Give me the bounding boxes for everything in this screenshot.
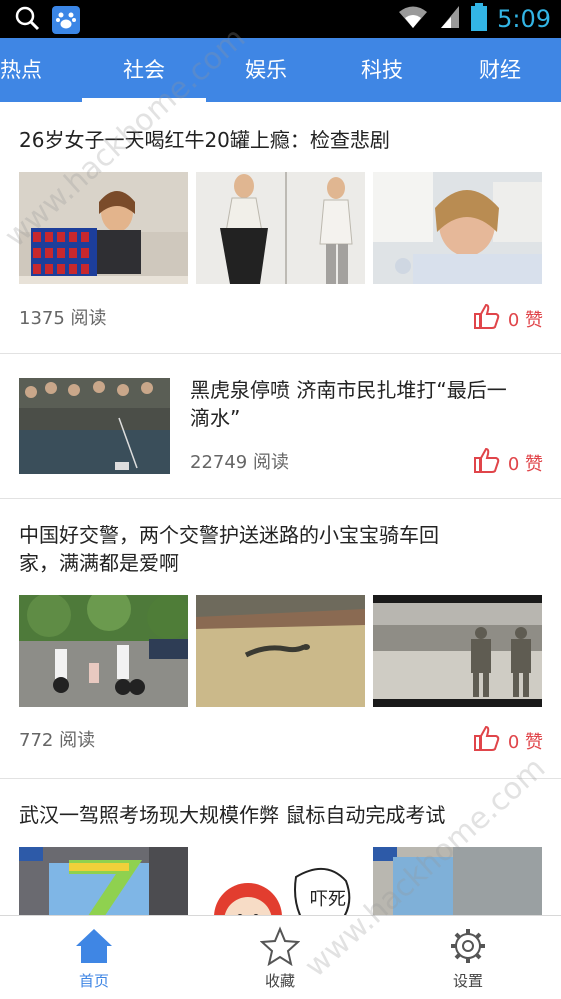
like-button[interactable]: 0 赞 (472, 724, 543, 757)
thumbs-up-icon (472, 446, 500, 479)
thumbs-up-icon (472, 724, 500, 757)
article-image[interactable] (196, 595, 365, 707)
article-image[interactable] (196, 172, 365, 284)
like-count: 0 赞 (507, 731, 543, 753)
article-card[interactable]: 26岁女子一天喝红牛20罐上瘾：检查悲剧 1375 阅读 0 赞 (0, 102, 561, 354)
tab-tech[interactable]: 科技 (342, 38, 422, 102)
tab-finance[interactable]: 财经 (460, 38, 540, 102)
article-image[interactable] (373, 172, 542, 284)
nav-home-label: 首页 (78, 972, 109, 990)
gear-icon (448, 926, 488, 966)
article-image[interactable] (19, 172, 188, 284)
battery-icon (471, 3, 488, 35)
news-feed[interactable]: 26岁女子一天喝红牛20罐上瘾：检查悲剧 1375 阅读 0 赞 黑虎泉停喷 济… (0, 102, 561, 915)
article-title[interactable]: 中国好交警，两个交警护送迷路的小宝宝骑车回 家，满满都是爱啊 (19, 521, 439, 577)
article-image[interactable] (19, 378, 170, 474)
nav-favorites-label: 收藏 (264, 972, 295, 990)
thumbs-up-icon (472, 302, 500, 335)
status-bar: 5:09 (0, 0, 561, 38)
nav-favorites[interactable]: 收藏 (220, 916, 340, 999)
tab-entertainment[interactable]: 娱乐 (226, 38, 306, 102)
svg-text:吓死: 吓死 (310, 889, 346, 910)
article-title[interactable]: 武汉一驾照考场现大规模作弊 鼠标自动完成考试 (19, 801, 445, 829)
clock: 5:09 (497, 5, 551, 33)
article-card[interactable]: 黑虎泉停喷 济南市民扎堆打“最后一 滴水” 22749 阅读 0 赞 (0, 354, 561, 499)
bottom-nav: 首页 收藏 设置 (0, 915, 561, 999)
star-icon (259, 926, 301, 967)
category-tabs: 热点 社会 娱乐 科技 财经 (0, 38, 561, 102)
article-card[interactable]: 中国好交警，两个交警护送迷路的小宝宝骑车回 家，满满都是爱啊 772 阅读 0 … (0, 499, 561, 779)
article-image[interactable] (19, 595, 188, 707)
home-icon (74, 926, 114, 966)
article-image[interactable] (373, 595, 542, 707)
nav-home[interactable]: 首页 (34, 916, 154, 999)
article-image[interactable] (19, 847, 188, 915)
signal-icon (439, 4, 461, 34)
like-button[interactable]: 0 赞 (472, 302, 543, 335)
tab-society[interactable]: 社会 (82, 38, 206, 102)
read-count: 772 阅读 (19, 730, 96, 751)
article-image[interactable] (373, 847, 542, 915)
like-count: 0 赞 (507, 453, 543, 475)
article-card[interactable]: 武汉一驾照考场现大规模作弊 鼠标自动完成考试 吓死 (0, 779, 561, 915)
nav-settings[interactable]: 设置 (408, 916, 528, 999)
like-count: 0 赞 (507, 309, 543, 331)
article-title[interactable]: 26岁女子一天喝红牛20罐上瘾：检查悲剧 (19, 126, 390, 154)
read-count: 1375 阅读 (19, 308, 107, 329)
search-icon[interactable] (14, 5, 40, 35)
baidu-app-icon[interactable] (52, 6, 80, 34)
tab-hot[interactable]: 热点 (0, 38, 44, 102)
nav-settings-label: 设置 (452, 972, 483, 990)
article-image[interactable]: 吓死 (196, 847, 365, 915)
article-title[interactable]: 黑虎泉停喷 济南市民扎堆打“最后一 滴水” (190, 376, 507, 432)
read-count: 22749 阅读 (190, 452, 289, 473)
like-button[interactable]: 0 赞 (472, 446, 543, 479)
wifi-icon (397, 4, 429, 34)
